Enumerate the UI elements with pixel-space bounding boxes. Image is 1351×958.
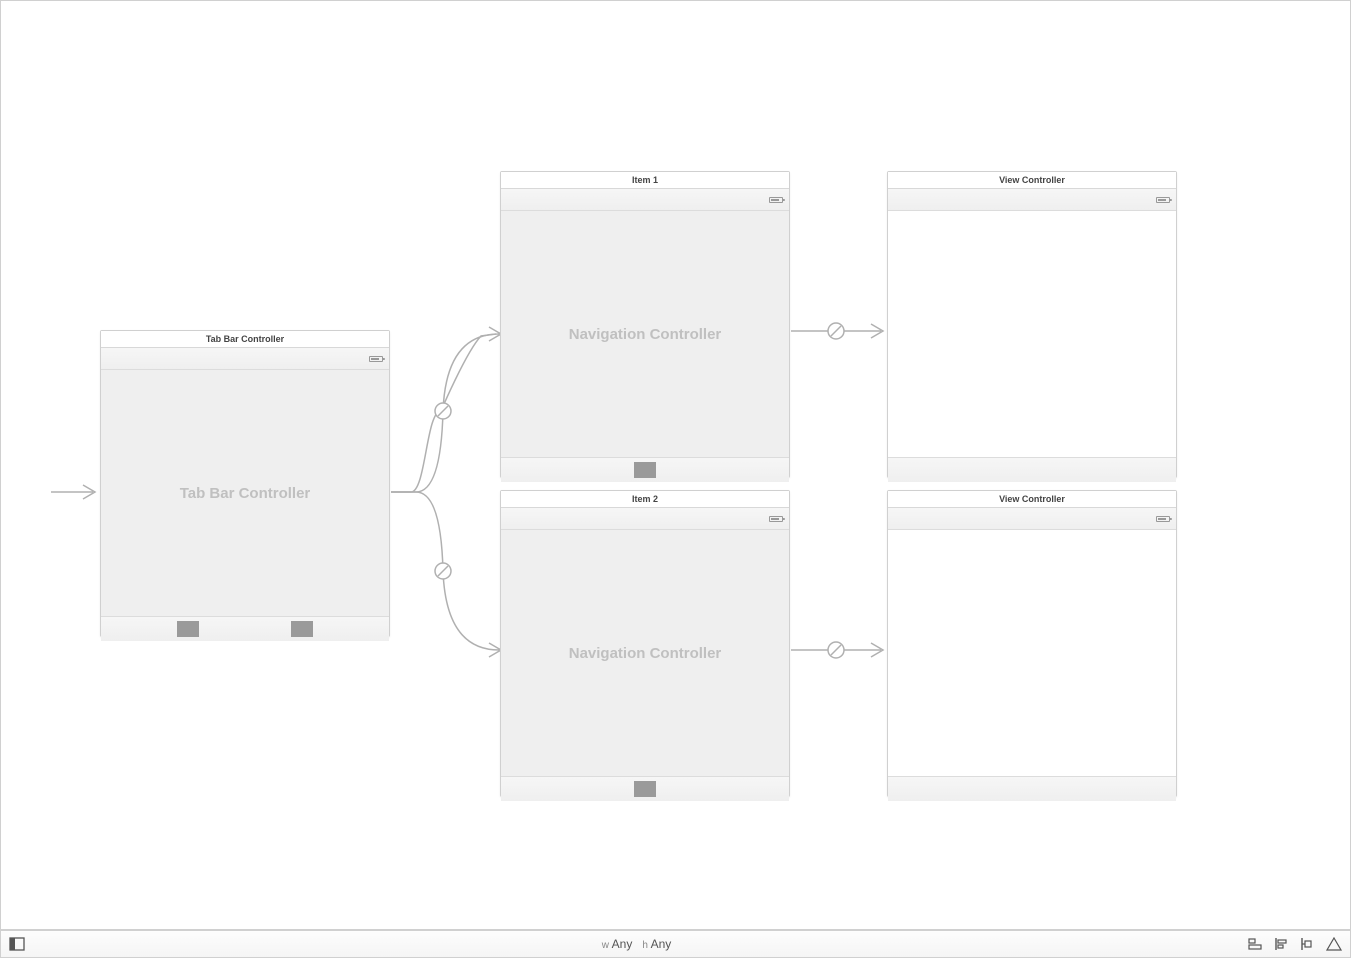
size-class-h-prefix: h xyxy=(642,940,648,951)
canvas-bottom-bar: w Any h Any xyxy=(0,930,1351,958)
size-class-w-prefix: w xyxy=(602,940,609,951)
scene-title: Tab Bar Controller xyxy=(101,331,389,348)
scene-title: Item 2 xyxy=(501,491,789,508)
scene-body[interactable]: Navigation Controller xyxy=(501,211,789,457)
scene-body-label: Navigation Controller xyxy=(569,326,722,343)
tab-bar-item[interactable] xyxy=(634,781,656,797)
battery-icon xyxy=(1156,516,1170,522)
tab-bar-item[interactable] xyxy=(177,621,199,637)
scene-navigation-controller-1[interactable]: Item 1 Navigation Controller xyxy=(500,171,790,478)
size-class-w: Any xyxy=(612,937,633,951)
battery-icon xyxy=(769,516,783,522)
tab-bar[interactable] xyxy=(501,776,789,801)
scene-toolbar xyxy=(888,457,1176,482)
scene-statusbar xyxy=(501,189,789,211)
battery-icon xyxy=(769,197,783,203)
scene-tabbar-controller[interactable]: Tab Bar Controller Tab Bar Controller xyxy=(100,330,390,637)
scene-statusbar xyxy=(501,508,789,530)
tab-bar-item[interactable] xyxy=(291,621,313,637)
tab-bar[interactable] xyxy=(101,616,389,641)
size-class-control[interactable]: w Any h Any xyxy=(25,937,1248,951)
align-stack-icon[interactable] xyxy=(1248,937,1264,951)
size-class-h: Any xyxy=(651,937,672,951)
scene-body[interactable] xyxy=(888,211,1176,457)
tab-bar-item[interactable] xyxy=(634,462,656,478)
scene-view-controller-2[interactable]: View Controller xyxy=(887,490,1177,797)
tab-bar[interactable] xyxy=(501,457,789,482)
scene-title: View Controller xyxy=(888,172,1176,189)
pin-constraints-icon[interactable] xyxy=(1300,937,1316,951)
scene-view-controller-1[interactable]: View Controller xyxy=(887,171,1177,478)
scene-body[interactable] xyxy=(888,530,1176,776)
resolve-issues-icon[interactable] xyxy=(1326,937,1342,951)
scene-statusbar xyxy=(888,508,1176,530)
scene-body[interactable]: Navigation Controller xyxy=(501,530,789,776)
scene-body[interactable]: Tab Bar Controller xyxy=(101,370,389,616)
scene-statusbar xyxy=(888,189,1176,211)
storyboard-canvas[interactable]: Tab Bar Controller Tab Bar Controller It… xyxy=(0,0,1351,930)
align-edges-icon[interactable] xyxy=(1274,937,1290,951)
scene-body-label: Tab Bar Controller xyxy=(180,485,311,502)
scene-body-label: Navigation Controller xyxy=(569,645,722,662)
scene-navigation-controller-2[interactable]: Item 2 Navigation Controller xyxy=(500,490,790,797)
scene-title: View Controller xyxy=(888,491,1176,508)
battery-icon xyxy=(369,356,383,362)
scene-title: Item 1 xyxy=(501,172,789,189)
scene-statusbar xyxy=(101,348,389,370)
battery-icon xyxy=(1156,197,1170,203)
scene-toolbar xyxy=(888,776,1176,801)
document-outline-toggle-icon[interactable] xyxy=(9,937,25,951)
